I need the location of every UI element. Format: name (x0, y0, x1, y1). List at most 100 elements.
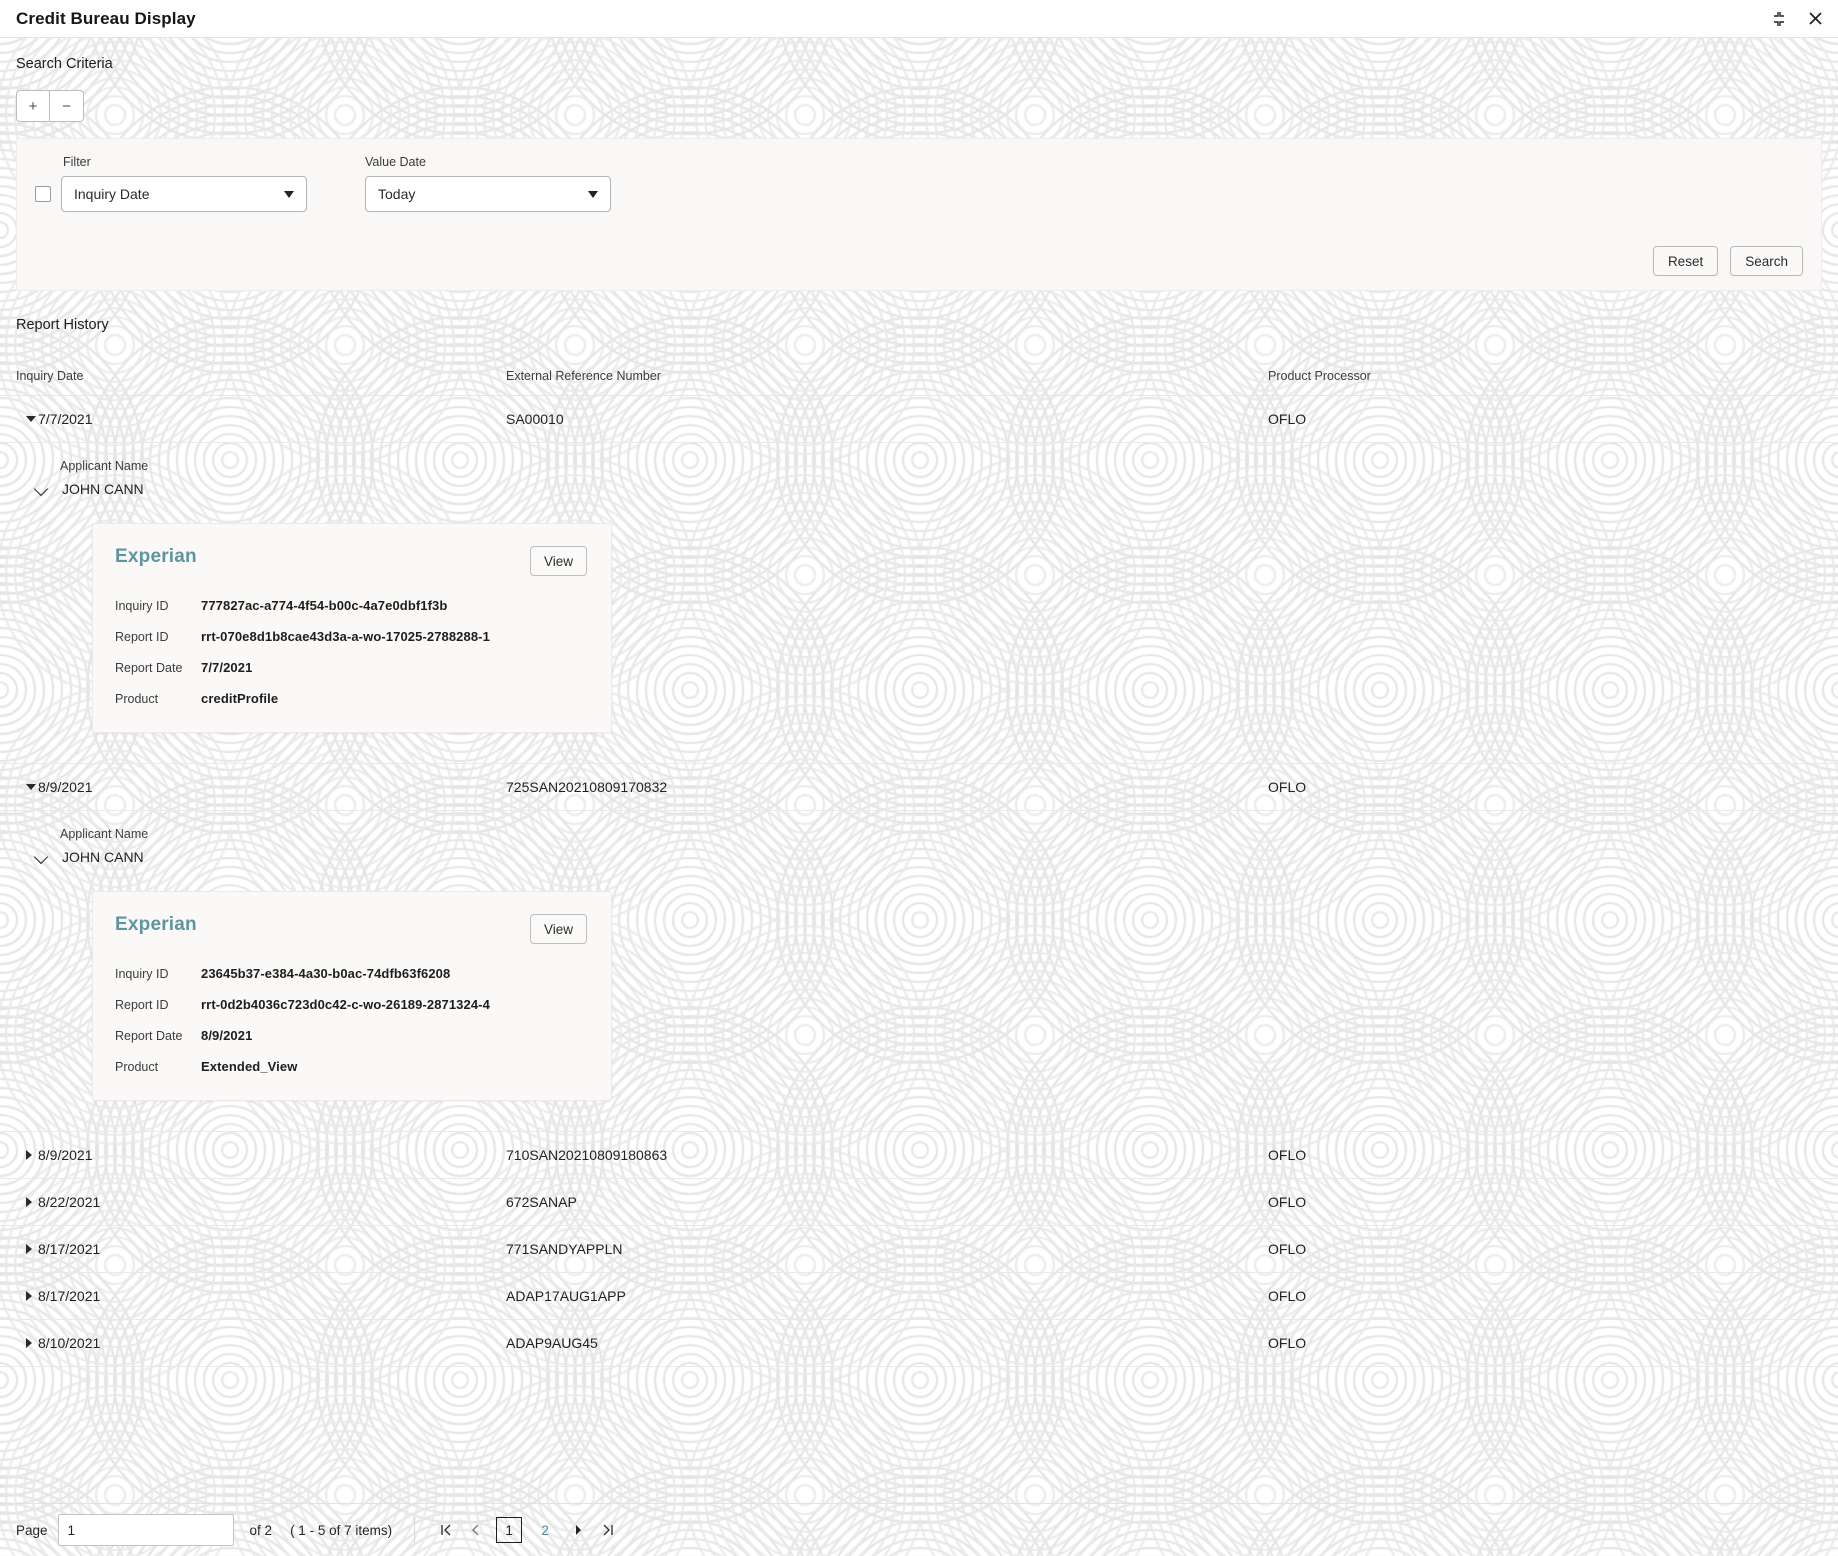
cell-product-processor: OFLO (1268, 1147, 1307, 1163)
bureau-card-wrapper: Experian View Inquiry ID 23645b37-e384-4a30… (16, 865, 1838, 1131)
pagination-controls: 12 (431, 1515, 623, 1545)
report-id-value: rrt-070e8d1b8cae43d3a-a-wo-17025-2788288… (201, 629, 490, 644)
previous-page-icon[interactable] (461, 1515, 491, 1545)
report-date-label: Report Date (115, 661, 183, 675)
chevron-down-icon[interactable] (34, 849, 50, 865)
table-row[interactable]: 8/22/2021 672SANAP OFLO (0, 1179, 1838, 1226)
inquiry-id-value: 777827ac-a774-4f54-b00c-4a7e0dbf1f3b (201, 598, 448, 613)
cell-external-reference-number: 710SAN20210809180863 (506, 1147, 668, 1163)
applicant-name-value: JOHN CANN (62, 481, 144, 497)
column-header-product-processor: Product Processor (1268, 369, 1371, 383)
cell-external-reference-number: ADAP9AUG45 (506, 1335, 598, 1351)
view-report-button[interactable]: View (529, 546, 587, 576)
chevron-down-icon (284, 190, 294, 198)
expand-collapse-icon-collapsed[interactable] (16, 1150, 38, 1160)
filter-label: Filter (63, 155, 91, 169)
page-number-1[interactable]: 1 (496, 1517, 523, 1543)
filter-control-line: Inquiry Date (35, 176, 307, 212)
table-row[interactable]: 8/17/2021 771SANDYAPPLN OFLO (0, 1226, 1838, 1273)
report-date-label: Report Date (115, 1029, 183, 1043)
expand-collapse-icon-expanded[interactable] (16, 416, 38, 422)
cell-external-reference-number: ADAP17AUG1APP (506, 1288, 626, 1304)
column-header-external-reference-number: External Reference Number (506, 369, 661, 383)
bureau-name: Experian (115, 546, 197, 567)
pagination-bar: Page of 2 ( 1 - 5 of 7 items) 12 (0, 1503, 1838, 1556)
first-page-icon[interactable] (431, 1515, 461, 1545)
cell-product-processor: OFLO (1268, 1194, 1307, 1210)
filter-field: Filter Inquiry Date (35, 155, 307, 212)
bureau-report-card: Experian View Inquiry ID 23645b37-e384-4a30… (92, 891, 612, 1101)
window-controls (1770, 10, 1824, 28)
table-row[interactable]: 8/9/2021 710SAN20210809180863 OFLO (0, 1132, 1838, 1179)
filter-field-row: Filter Inquiry Date Value Date Today (35, 155, 1803, 212)
page-total-text: of 2 (249, 1522, 273, 1538)
pagination-divider (414, 1517, 416, 1543)
last-page-icon[interactable] (593, 1515, 623, 1545)
view-report-button[interactable]: View (529, 914, 587, 944)
cell-inquiry-date: 8/22/2021 (38, 1194, 101, 1210)
cell-inquiry-date: 8/17/2021 (38, 1288, 101, 1304)
report-id-label: Report ID (115, 998, 169, 1012)
cell-inquiry-date: 8/9/2021 (38, 1147, 93, 1163)
report-history-title: Report History (16, 317, 109, 333)
cell-inquiry-date: 8/10/2021 (38, 1335, 101, 1351)
cell-product-processor: OFLO (1268, 779, 1307, 795)
table-row[interactable]: 8/10/2021 ADAP9AUG45 OFLO (0, 1320, 1838, 1367)
inquiry-id-label: Inquiry ID (115, 967, 169, 981)
applicant-section: Applicant Name JOHN CANN Experian View Inqui… (0, 811, 1838, 1132)
inquiry-id-label: Inquiry ID (115, 599, 169, 613)
add-remove-criteria-group: + − (0, 72, 1838, 122)
product-value: Extended_View (201, 1059, 298, 1074)
expand-collapse-icon-collapsed[interactable] (16, 1338, 38, 1348)
chevron-down-icon (588, 190, 598, 198)
search-criteria-title: Search Criteria (16, 56, 113, 72)
column-header-inquiry-date: Inquiry Date (16, 369, 84, 383)
search-criteria-panel: Filter Inquiry Date Value Date Today Res… (16, 138, 1822, 291)
value-date-select[interactable]: Today (365, 176, 611, 212)
reset-button[interactable]: Reset (1652, 246, 1719, 276)
search-actions: Reset Search (35, 246, 1803, 276)
report-history-grid: Inquiry Date External Reference Number P… (0, 369, 1838, 1367)
product-label: Product (115, 692, 159, 706)
item-range-text: ( 1 - 5 of 7 items) (290, 1522, 393, 1538)
cell-external-reference-number: SA00010 (506, 411, 564, 427)
bureau-report-card: Experian View Inquiry ID 777827ac-a774-4f54… (92, 523, 612, 733)
filter-select[interactable]: Inquiry Date (61, 176, 307, 212)
inquiry-id-value: 23645b37-e384-4a30-b0ac-74dfb63f6208 (201, 966, 451, 981)
cell-inquiry-date: 7/7/2021 (38, 411, 93, 427)
page-title: Credit Bureau Display (16, 8, 196, 28)
cell-product-processor: OFLO (1268, 1335, 1307, 1351)
table-row[interactable]: 8/9/2021 725SAN20210809170832 OFLO (0, 764, 1838, 811)
table-body: 7/7/2021 SA00010 OFLO Applicant Name JOHN CA… (0, 396, 1838, 1367)
table-row[interactable]: 8/17/2021 ADAP17AUG1APP OFLO (0, 1273, 1838, 1320)
expand-collapse-icon-collapsed[interactable] (16, 1197, 38, 1207)
page-number-2[interactable]: 2 (532, 1517, 558, 1543)
expand-collapse-icon-expanded[interactable] (16, 784, 38, 790)
cell-product-processor: OFLO (1268, 1288, 1307, 1304)
remove-criteria-button[interactable]: − (50, 90, 84, 122)
applicant-section: Applicant Name JOHN CANN Experian View Inqui… (0, 443, 1838, 764)
filter-checkbox[interactable] (35, 186, 51, 202)
add-criteria-button[interactable]: + (16, 90, 50, 122)
table-row[interactable]: 7/7/2021 SA00010 OFLO (0, 396, 1838, 443)
search-button[interactable]: Search (1730, 246, 1803, 276)
page-number-input[interactable] (57, 1514, 234, 1546)
value-date-field: Value Date Today (365, 155, 611, 212)
expand-collapse-icon-collapsed[interactable] (16, 1291, 38, 1301)
bureau-card-wrapper: Experian View Inquiry ID 777827ac-a774-4f54… (16, 497, 1838, 763)
collapse-icon[interactable] (1770, 10, 1788, 28)
expand-collapse-icon-collapsed[interactable] (16, 1244, 38, 1254)
close-icon[interactable] (1806, 10, 1824, 28)
cell-product-processor: OFLO (1268, 411, 1307, 427)
bureau-name: Experian (115, 914, 197, 935)
cell-product-processor: OFLO (1268, 1241, 1307, 1257)
next-page-icon[interactable] (563, 1515, 593, 1545)
page-content: Search Criteria + − Filter Inquiry Date … (0, 38, 1838, 1367)
report-date-value: 8/9/2021 (201, 1028, 253, 1043)
product-label: Product (115, 1060, 159, 1074)
report-id-value: rrt-0d2b4036c723d0c42-c-wo-26189-2871324… (201, 997, 490, 1012)
value-date-select-value: Today (378, 186, 416, 202)
report-date-value: 7/7/2021 (201, 660, 253, 675)
chevron-down-icon[interactable] (34, 481, 50, 497)
window-title-bar: Credit Bureau Display (0, 0, 1838, 38)
